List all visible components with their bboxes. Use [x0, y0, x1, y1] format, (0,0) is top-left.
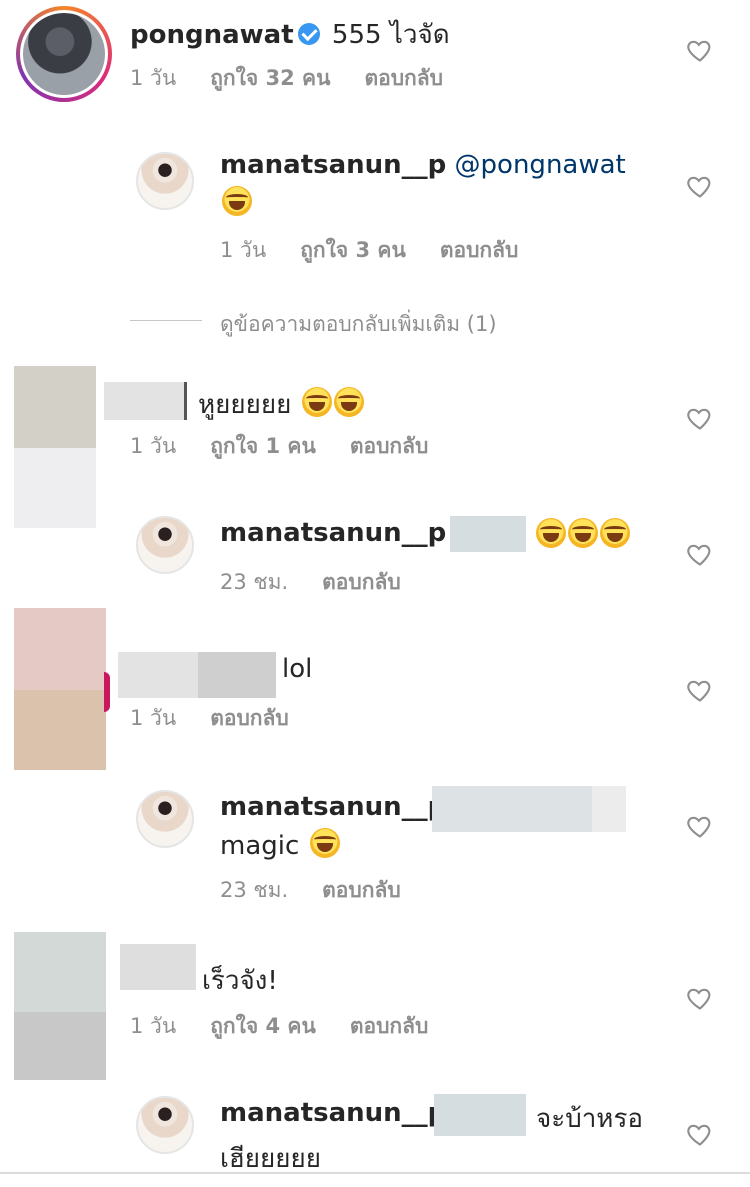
mention-redacted: [432, 786, 592, 832]
comment-7-reply-button[interactable]: ตอบกลับ: [350, 1010, 429, 1043]
comment-5-text: lol: [282, 654, 313, 684]
comment-8-text: จะบ้าหรอ: [536, 1104, 644, 1134]
comment-3-likes[interactable]: ถูกใจ 1 คน: [210, 430, 316, 463]
comment-4-time: 23 ชม.: [220, 570, 289, 594]
username-redacted-edge: [184, 382, 187, 420]
comment-7-time: 1 วัน: [130, 1014, 177, 1038]
comment-4-body: manatsanun__p @: [220, 518, 481, 548]
username-pongnawat[interactable]: pongnawat: [130, 20, 294, 50]
username-redacted: [118, 652, 200, 698]
comment-6-line2: magic: [220, 828, 340, 861]
comment-2-emoji: [220, 186, 252, 216]
comment-7-body: เร็วจัง!: [202, 960, 278, 1001]
comment-7-meta: 1 วัน ถูกใจ 4 คน ตอบกลับ: [130, 1010, 428, 1043]
comment-3-body: หูยยยยย: [198, 384, 364, 425]
laughing-emoji-icon: [568, 518, 598, 548]
avatar-redacted-lower: [14, 1012, 106, 1080]
username-redacted-2: [198, 652, 276, 698]
comment-2-reply-button[interactable]: ตอบกลับ: [440, 234, 519, 267]
comment-4-reply-button[interactable]: ตอบกลับ: [322, 566, 401, 599]
comment-7-likes[interactable]: ถูกใจ 4 คน: [210, 1010, 316, 1043]
avatar-manatsanun[interactable]: [136, 152, 194, 210]
comment-5-reply-button[interactable]: ตอบกลับ: [210, 702, 289, 735]
bottom-divider: [0, 1172, 750, 1174]
view-more-replies[interactable]: ดูข้อความตอบกลับเพิ่มเติม (1): [220, 308, 497, 341]
comment-6-body: manatsanun__p: [220, 792, 446, 822]
username-manatsanun[interactable]: manatsanun__p: [220, 150, 446, 180]
heart-outline-icon[interactable]: [686, 676, 714, 704]
avatar-redacted[interactable]: [14, 366, 96, 448]
comment-5-time: 1 วัน: [130, 706, 177, 730]
username-manatsanun[interactable]: manatsanun__p: [220, 792, 446, 822]
avatar-redacted[interactable]: [14, 932, 106, 1012]
username-redacted: [104, 382, 186, 420]
comment-6-meta: 23 ชม. ตอบกลับ: [220, 874, 401, 907]
comment-8-tail: จะบ้าหรอ: [536, 1098, 643, 1139]
heart-outline-icon[interactable]: [686, 404, 714, 432]
comment-1-reply-button[interactable]: ตอบกลับ: [364, 62, 443, 95]
heart-outline-icon[interactable]: [686, 36, 714, 64]
username-redacted: [120, 944, 196, 990]
avatar-manatsanun[interactable]: [136, 1096, 194, 1154]
heart-outline-icon[interactable]: [686, 1120, 714, 1148]
avatar-manatsanun[interactable]: [136, 516, 194, 574]
comment-3-text: หูยยยยย: [198, 390, 292, 420]
comment-6-time: 23 ชม.: [220, 878, 289, 902]
heart-outline-icon[interactable]: [686, 540, 714, 568]
comment-3-reply-button[interactable]: ตอบกลับ: [350, 430, 429, 463]
laughing-emoji-icon: [600, 518, 630, 548]
username-manatsanun[interactable]: manatsanun__p: [220, 1098, 446, 1128]
comment-3-meta: 1 วัน ถูกใจ 1 คน ตอบกลับ: [130, 430, 428, 463]
comment-8-body: manatsanun__p: [220, 1098, 446, 1128]
mention-redacted: [450, 516, 526, 552]
comment-1-meta: 1 วัน ถูกใจ 32 คน ตอบกลับ: [130, 62, 443, 95]
avatar-manatsanun[interactable]: [136, 790, 194, 848]
avatar-redacted-lower: [14, 448, 96, 528]
avatar-redacted-lower: [14, 690, 106, 770]
avatar-redacted[interactable]: [14, 608, 106, 690]
heart-outline-icon[interactable]: [686, 984, 714, 1012]
comment-1-likes[interactable]: ถูกใจ 32 คน: [210, 62, 330, 95]
comment-2-meta: 1 วัน ถูกใจ 3 คน ตอบกลับ: [220, 234, 518, 267]
comment-2-time: 1 วัน: [220, 238, 267, 262]
comment-5-meta: 1 วัน ตอบกลับ: [130, 702, 289, 735]
laughing-emoji-icon: [222, 186, 252, 216]
avatar-pongnawat[interactable]: [16, 6, 112, 102]
comment-4-meta: 23 ชม. ตอบกลับ: [220, 566, 401, 599]
comment-7-text: เร็วจัง!: [202, 966, 278, 996]
comment-1-time: 1 วัน: [130, 66, 177, 90]
comment-1-text: 555 ไวจัด: [331, 20, 450, 50]
comment-8-text-line2: เฮียยยยย: [220, 1144, 321, 1174]
avatar-ring-edge: [104, 672, 110, 712]
comment-4-emojis: [534, 518, 630, 548]
username-manatsanun[interactable]: manatsanun__p: [220, 518, 446, 548]
mention-redacted-2: [592, 786, 626, 832]
mention-link[interactable]: @pongnawat: [455, 150, 626, 180]
laughing-emoji-icon: [301, 387, 332, 417]
laughing-emoji-icon: [536, 518, 566, 548]
comment-2-likes[interactable]: ถูกใจ 3 คน: [300, 234, 406, 267]
mention-redacted: [434, 1094, 526, 1136]
comment-3-time: 1 วัน: [130, 434, 177, 458]
heart-outline-icon[interactable]: [686, 172, 714, 200]
comment-2-body: manatsanun__p @pongnawat: [220, 150, 626, 180]
comment-5-body: lol: [282, 654, 312, 684]
comment-6-reply-button[interactable]: ตอบกลับ: [322, 874, 401, 907]
laughing-emoji-icon: [333, 387, 364, 417]
comment-1-body: pongnawat 555 ไวจัด: [130, 14, 450, 55]
view-more-divider: [130, 320, 202, 321]
verified-badge-icon: [297, 23, 320, 45]
smiling-emoji-icon: [309, 828, 340, 858]
comment-6-text: magic: [220, 831, 300, 861]
heart-outline-icon[interactable]: [686, 812, 714, 840]
